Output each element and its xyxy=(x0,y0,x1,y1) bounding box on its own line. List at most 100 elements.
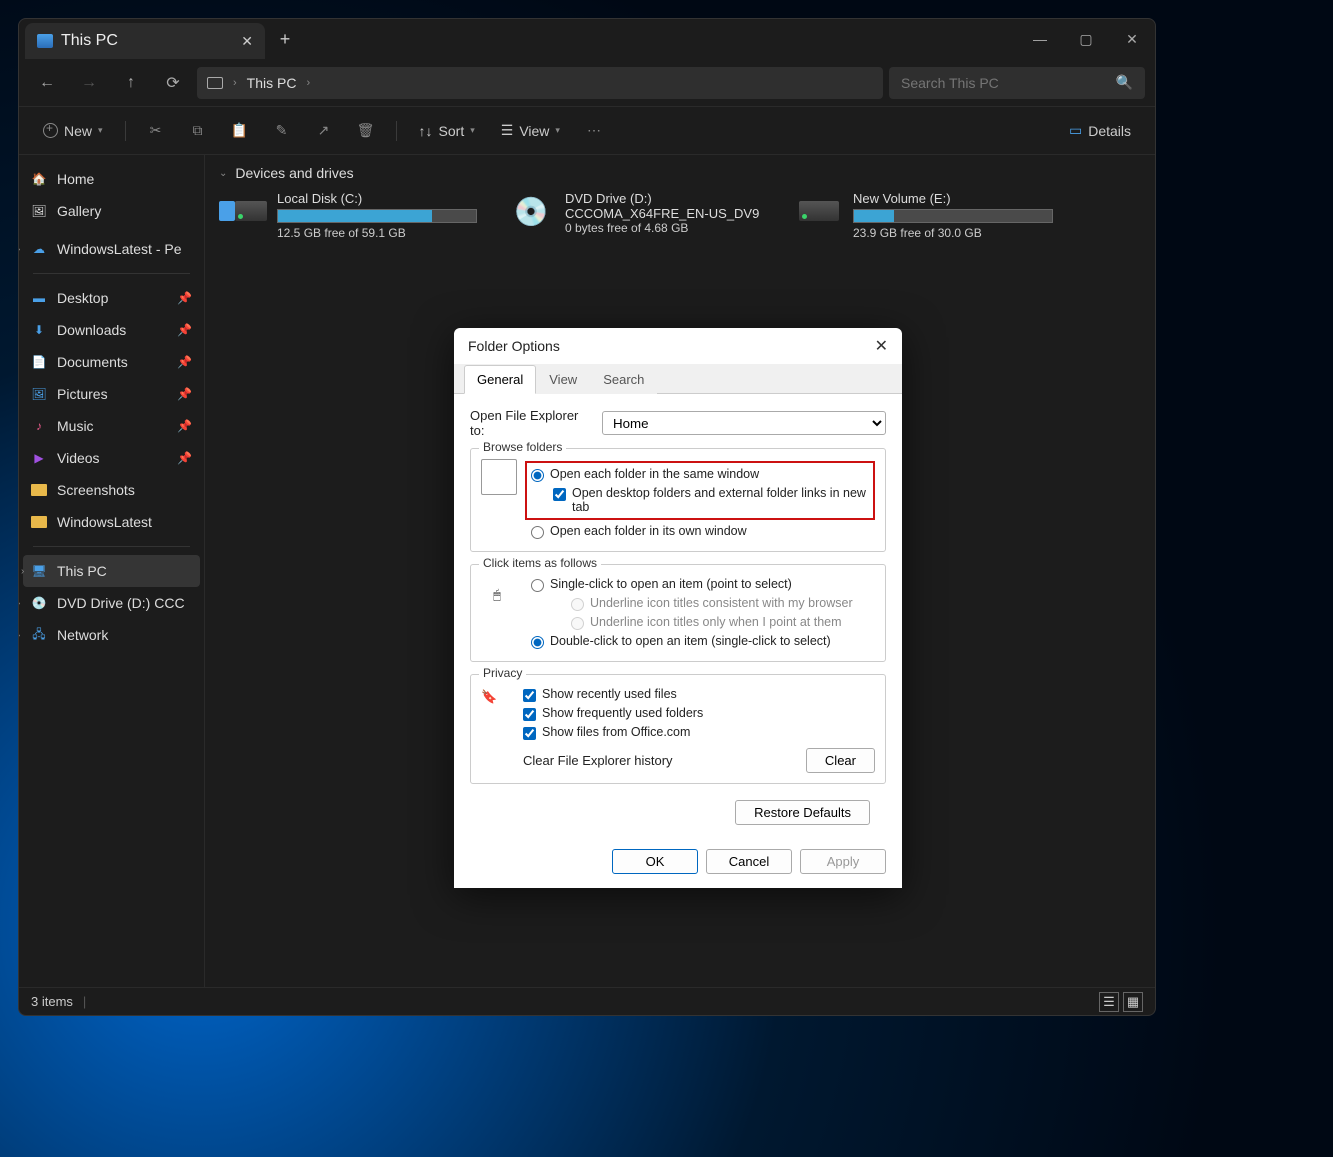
dialog-body: Open File Explorer to: Home Browse folde… xyxy=(454,394,902,839)
back-button[interactable]: ← xyxy=(29,65,65,101)
chevron-right-icon[interactable]: › xyxy=(19,630,20,641)
copy-button[interactable]: ⧉ xyxy=(180,113,216,149)
chevron-right-icon[interactable]: › xyxy=(19,244,20,255)
radio-own-window[interactable] xyxy=(531,526,544,539)
pin-icon: 📌 xyxy=(177,323,192,337)
refresh-button[interactable]: ⟳ xyxy=(155,65,191,101)
highlighted-setting: Open each folder in the same window Open… xyxy=(525,461,875,520)
address-text: This PC xyxy=(247,75,297,91)
close-window-button[interactable]: ✕ xyxy=(1109,19,1155,59)
radio-single-click[interactable] xyxy=(531,579,544,592)
restore-defaults-button[interactable]: Restore Defaults xyxy=(735,800,870,825)
toolbar: New▾ ✂ ⧉ 📋 ✎ ↗ 🗑 ↑↓ Sort ▾ ☰ View ▾ ⋯ ▭ … xyxy=(19,107,1155,155)
sidebar-item-network[interactable]: ›🖧Network xyxy=(19,619,204,651)
sidebar-item-this-pc[interactable]: ›🖥This PC xyxy=(23,555,200,587)
item-count: 3 items xyxy=(31,994,73,1009)
radio-same-window[interactable] xyxy=(531,469,544,482)
window-tab[interactable]: This PC ✕ xyxy=(25,23,265,59)
cut-button[interactable]: ✂ xyxy=(138,113,174,149)
sidebar-item-documents[interactable]: 📄Documents📌 xyxy=(19,346,204,378)
pin-icon: 📌 xyxy=(177,291,192,305)
clear-history-label: Clear File Explorer history xyxy=(523,753,673,768)
drive-item[interactable]: New Volume (E:) 23.9 GB free of 30.0 GB xyxy=(795,191,1055,240)
drive-icon: 💿 xyxy=(507,191,555,231)
sidebar-item-music[interactable]: ♪Music📌 xyxy=(19,410,204,442)
more-button[interactable]: ⋯ xyxy=(576,113,612,149)
dialog-tabs: General View Search xyxy=(454,364,902,394)
nav-bar: ← → ↑ ⟳ › This PC › 🔍 xyxy=(19,59,1155,107)
download-icon: ⬇ xyxy=(31,322,47,338)
tab-general[interactable]: General xyxy=(464,365,536,394)
icon-view-button[interactable]: ▦ xyxy=(1123,992,1143,1012)
drive-item[interactable]: Local Disk (C:) 12.5 GB free of 59.1 GB xyxy=(219,191,479,240)
delete-button[interactable]: 🗑 xyxy=(348,113,384,149)
checkbox-frequent-folders[interactable] xyxy=(523,708,536,721)
minimize-button[interactable]: — xyxy=(1017,19,1063,59)
group-label: Click items as follows xyxy=(479,556,601,570)
gallery-icon: 🖼 xyxy=(31,203,47,219)
address-bar[interactable]: › This PC › xyxy=(197,67,883,99)
checkbox-recent-files[interactable] xyxy=(523,689,536,702)
list-view-button[interactable]: ☰ xyxy=(1099,992,1119,1012)
privacy-group: Privacy 🔖 Show recently used files Show … xyxy=(470,674,886,784)
forward-button[interactable]: → xyxy=(71,65,107,101)
search-input[interactable] xyxy=(901,75,1116,91)
drive-name: DVD Drive (D:) xyxy=(565,191,767,206)
share-button[interactable]: ↗ xyxy=(306,113,342,149)
section-header[interactable]: ⌄Devices and drives xyxy=(219,165,1141,181)
up-button[interactable]: ↑ xyxy=(113,65,149,101)
sidebar-item-gallery[interactable]: 🖼Gallery xyxy=(19,195,204,227)
drive-free-text: 12.5 GB free of 59.1 GB xyxy=(277,226,479,240)
cancel-button[interactable]: Cancel xyxy=(706,849,792,874)
status-bar: 3 items | ☰ ▦ xyxy=(19,987,1155,1015)
view-button[interactable]: ☰ View ▾ xyxy=(491,113,570,149)
maximize-button[interactable]: ▢ xyxy=(1063,19,1109,59)
cursor-icon: 🖱 xyxy=(481,575,513,615)
chevron-right-icon[interactable]: › xyxy=(21,566,24,577)
pin-icon: 📌 xyxy=(177,355,192,369)
apply-button[interactable]: Apply xyxy=(800,849,886,874)
sidebar-item-onedrive[interactable]: ›☁WindowsLatest - Pe xyxy=(19,233,204,265)
drive-item[interactable]: 💿 DVD Drive (D:) CCCOMA_X64FRE_EN-US_DV9… xyxy=(507,191,767,240)
chevron-right-icon[interactable]: › xyxy=(19,598,20,609)
radio-double-click[interactable] xyxy=(531,636,544,649)
chevron-right-icon: › xyxy=(306,77,310,89)
folder-icon xyxy=(31,514,47,530)
this-pc-icon xyxy=(37,34,53,48)
home-icon: 🏠 xyxy=(31,171,47,187)
pin-icon: 📌 xyxy=(177,387,192,401)
monitor-icon: 🖥 xyxy=(31,563,47,579)
paste-button[interactable]: 📋 xyxy=(222,113,258,149)
details-button[interactable]: ▭ Details xyxy=(1059,113,1141,149)
sidebar-item-videos[interactable]: ▶Videos📌 xyxy=(19,442,204,474)
checkbox-new-tab[interactable] xyxy=(553,488,566,501)
sidebar-item-desktop[interactable]: ▬Desktop📌 xyxy=(19,282,204,314)
search-icon: 🔍 xyxy=(1116,74,1133,91)
desktop-icon: ▬ xyxy=(31,290,47,306)
search-box[interactable]: 🔍 xyxy=(889,67,1145,99)
sidebar-item-downloads[interactable]: ⬇Downloads📌 xyxy=(19,314,204,346)
clear-button[interactable]: Clear xyxy=(806,748,875,773)
sidebar-item-screenshots[interactable]: Screenshots xyxy=(19,474,204,506)
sidebar-item-pictures[interactable]: 🖼Pictures📌 xyxy=(19,378,204,410)
checkbox-office-files[interactable] xyxy=(523,727,536,740)
sort-button[interactable]: ↑↓ Sort ▾ xyxy=(409,113,485,149)
videos-icon: ▶ xyxy=(31,450,47,466)
tab-title: This PC xyxy=(61,32,118,50)
tab-view[interactable]: View xyxy=(536,365,590,394)
sidebar-item-windowslatest[interactable]: WindowsLatest xyxy=(19,506,204,538)
radio-underline-hover xyxy=(571,617,584,630)
new-button[interactable]: New▾ xyxy=(33,113,113,149)
open-to-select[interactable]: Home xyxy=(602,411,886,435)
tab-search[interactable]: Search xyxy=(590,365,657,394)
open-to-label: Open File Explorer to: xyxy=(470,408,592,438)
cloud-icon: ☁ xyxy=(31,241,47,257)
ok-button[interactable]: OK xyxy=(612,849,698,874)
sidebar-item-home[interactable]: 🏠Home xyxy=(19,163,204,195)
new-tab-button[interactable]: + xyxy=(265,19,305,59)
rename-button[interactable]: ✎ xyxy=(264,113,300,149)
close-dialog-button[interactable]: ✕ xyxy=(875,336,888,356)
sidebar-item-dvd[interactable]: ›💿DVD Drive (D:) CCC xyxy=(19,587,204,619)
close-tab-icon[interactable]: ✕ xyxy=(241,33,253,50)
chevron-down-icon: ⌄ xyxy=(219,168,227,179)
